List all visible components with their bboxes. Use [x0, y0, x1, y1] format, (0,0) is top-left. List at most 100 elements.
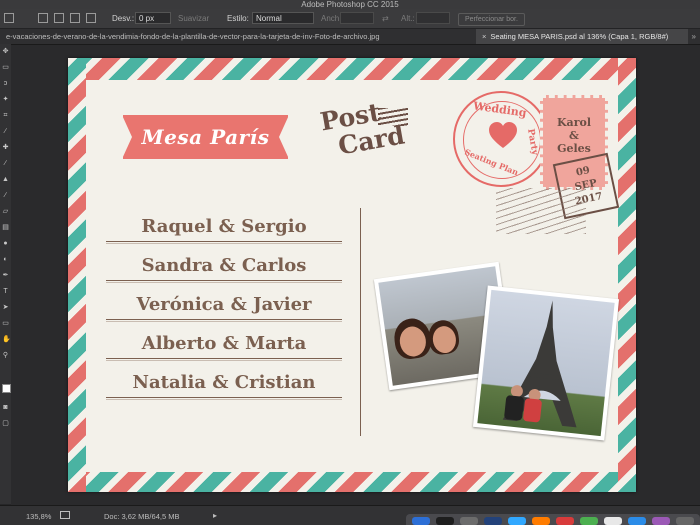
postcard-divider [360, 208, 361, 436]
airmail-border-right [618, 58, 636, 492]
guest-underline-shadow [106, 243, 342, 244]
guest-underline-shadow [106, 399, 342, 400]
crop-tool-icon[interactable]: ⌗ [2, 112, 9, 119]
postmark-word-wedding: Wedding [472, 99, 528, 120]
wedding-postmark: Wedding Party Seating Plan [453, 91, 549, 187]
clone-stamp-icon[interactable]: ▲ [2, 176, 9, 183]
height-label: Alt.: [401, 14, 415, 23]
add-selection-icon[interactable] [54, 13, 64, 23]
guest-underline-shadow [106, 282, 342, 283]
logo-speed-lines [378, 108, 408, 126]
guest-name: Raquel & Sergio [141, 216, 307, 237]
dock-app-icon[interactable] [532, 517, 550, 525]
airmail-border-left [68, 58, 86, 492]
gradient-tool-icon[interactable]: ▤ [2, 224, 9, 231]
tab-label: e-vacaciones-de-verano-de-la-vendimia-fo… [6, 32, 380, 41]
magic-wand-icon[interactable]: ✦ [2, 96, 9, 103]
width-input[interactable] [340, 12, 374, 24]
cancellation-lines [496, 188, 586, 234]
healing-brush-icon[interactable]: ✚ [2, 144, 9, 151]
marquee-tool-icon[interactable]: ▭ [2, 64, 9, 71]
eraser-tool-icon[interactable]: ▱ [2, 208, 9, 215]
airmail-border-bottom [68, 472, 636, 492]
couple-photo-eiffel [472, 285, 620, 441]
status-menu-arrow-icon[interactable]: ▸ [213, 511, 217, 520]
heart-icon [489, 122, 517, 148]
dock-app-icon[interactable] [676, 517, 694, 525]
dock-app-icon[interactable] [652, 517, 670, 525]
document-size: Doc: 3,62 MB/64,5 MB [104, 512, 180, 521]
feather-label: Desv.: [112, 14, 135, 23]
airmail-border-top [68, 58, 636, 80]
photo-figure [522, 398, 543, 423]
zoom-tool-icon[interactable]: ⚲ [2, 352, 9, 359]
marquee-tool-icon[interactable] [4, 13, 14, 23]
dock-app-icon[interactable] [628, 517, 646, 525]
tab-seating-mesa-paris[interactable]: × Seating MESA PARIS.psd al 136% (Capa 1,… [476, 29, 688, 44]
shape-tool-icon[interactable]: ▭ [2, 320, 9, 327]
stamp-couple-names: Karol & Geles [557, 116, 591, 155]
guest-underline [106, 358, 342, 359]
smooth-checkbox[interactable]: Suavizar [178, 12, 209, 25]
intersect-selection-icon[interactable] [86, 13, 96, 23]
dock-app-icon[interactable] [460, 517, 478, 525]
subtract-selection-icon[interactable] [70, 13, 80, 23]
screen-mode-icon[interactable]: ▢ [2, 420, 9, 427]
postcard-logo: Post Card [316, 98, 408, 166]
dock-app-icon[interactable] [580, 517, 598, 525]
tab-vacaciones-jpg[interactable]: e-vacaciones-de-verano-de-la-vendimia-fo… [0, 29, 476, 44]
macos-dock [406, 514, 700, 525]
guest-name: Verónica & Javier [136, 294, 312, 315]
tab-label: Seating MESA PARIS.psd al 136% (Capa 1, … [490, 32, 669, 41]
hand-tool-icon[interactable]: ✋ [2, 336, 11, 343]
quick-mask-icon[interactable]: ◙ [2, 404, 9, 411]
swap-icon[interactable]: ⇄ [382, 12, 389, 25]
postmark-word-seating-plan: Seating Plan [463, 146, 520, 178]
guest-underline [106, 319, 342, 320]
type-tool-icon[interactable]: T [2, 288, 9, 295]
style-select[interactable]: Normal [252, 12, 314, 24]
guest-row: Natalia & Cristian [106, 364, 342, 403]
photoshop-window: Adobe Photoshop CC 2015 Desv.: 0 px Suav… [0, 0, 700, 525]
eiffel-tower-icon [502, 300, 577, 428]
blur-tool-icon[interactable]: ● [2, 240, 9, 247]
lasso-tool-icon[interactable]: ↄ [2, 80, 9, 87]
zoom-level[interactable]: 135,8% [26, 512, 51, 521]
refine-edge-button[interactable]: Perfeccionar bor. [458, 13, 525, 26]
photo-figure [503, 395, 525, 421]
eyedropper-icon[interactable]: ∕ [2, 128, 9, 135]
height-input[interactable] [416, 12, 450, 24]
postmark-word-party: Party [525, 128, 540, 156]
share-icon[interactable] [60, 511, 70, 519]
app-title: Adobe Photoshop CC 2015 [0, 0, 700, 9]
guest-row: Verónica & Javier [106, 286, 342, 325]
dock-app-icon[interactable] [556, 517, 574, 525]
brush-tool-icon[interactable]: ∕ [2, 160, 9, 167]
guest-name: Sandra & Carlos [141, 255, 307, 276]
guest-underline-shadow [106, 321, 342, 322]
options-bar: Desv.: 0 px Suavizar Estilo: Normal Anch… [0, 9, 700, 29]
table-name-banner: Mesa París [122, 115, 289, 159]
feather-input[interactable]: 0 px [135, 12, 171, 24]
dock-app-icon[interactable] [484, 517, 502, 525]
new-selection-icon[interactable] [38, 13, 48, 23]
guest-list: Raquel & Sergio Sandra & Carlos Verónica… [106, 208, 342, 403]
postcard-artwork: Mesa París Post Card Wedding Party Seati… [68, 58, 636, 492]
move-tool-icon[interactable]: ✥ [2, 48, 9, 55]
guest-name: Natalia & Cristian [132, 372, 316, 393]
dock-app-icon[interactable] [604, 517, 622, 525]
foreground-color-swatch[interactable] [2, 384, 11, 393]
guest-underline [106, 241, 342, 242]
dock-app-icon[interactable] [508, 517, 526, 525]
more-tabs-icon[interactable]: » [692, 29, 696, 44]
dock-app-icon[interactable] [412, 517, 430, 525]
path-selection-icon[interactable]: ➤ [2, 304, 9, 311]
guest-row: Alberto & Marta [106, 325, 342, 364]
pen-tool-icon[interactable]: ✒ [2, 272, 9, 279]
guest-underline-shadow [106, 360, 342, 361]
dock-app-icon[interactable] [436, 517, 454, 525]
close-icon[interactable]: × [482, 32, 486, 41]
guest-underline [106, 397, 342, 398]
dodge-tool-icon[interactable]: ◐ [2, 256, 9, 263]
history-brush-icon[interactable]: ∕ [2, 192, 9, 199]
